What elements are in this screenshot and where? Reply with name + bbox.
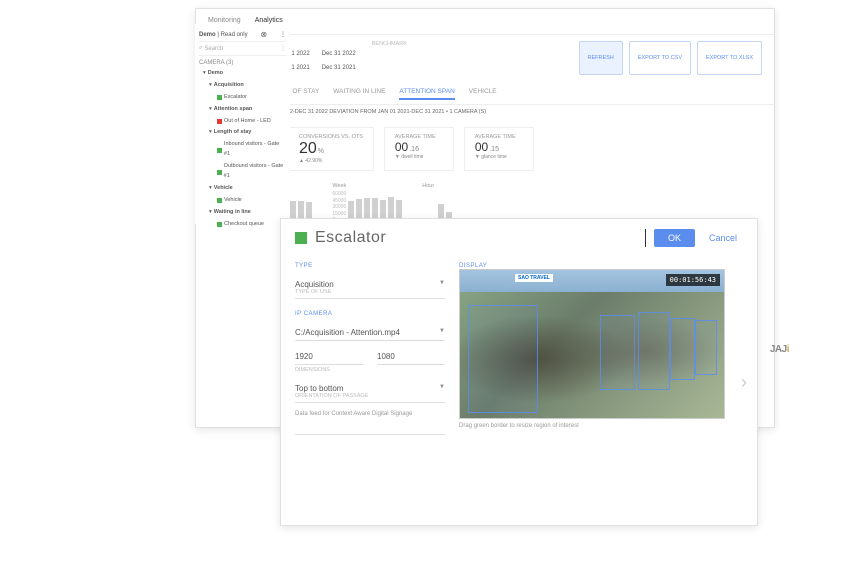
camera-path-value: C:/Acquisition - Attention.mp4: [295, 328, 400, 337]
camera-section-label: IP CAMERA: [295, 311, 445, 317]
export-xlsx-button[interactable]: EXPORT TO XLSX: [697, 41, 762, 75]
compare-to[interactable]: Dec 31 2021: [322, 65, 356, 71]
project-title: Demo: [199, 32, 216, 38]
status-indicator: [295, 232, 307, 244]
tree-group[interactable]: Vehicle: [214, 184, 233, 194]
type-sub: TYPE OF USE: [295, 289, 445, 295]
detection-box: [695, 320, 717, 375]
detection-box: [600, 315, 635, 390]
data-feed-note: Data feed for Context Aware Digital Sign…: [295, 411, 445, 417]
subtab-attention[interactable]: ATTENTION SPAN: [399, 85, 454, 100]
height-value: 1080: [377, 352, 395, 361]
metric-value: 20%: [299, 140, 363, 158]
metric-value: 00.15: [475, 140, 523, 154]
metric-delta: ▲ 42.90%: [299, 158, 363, 164]
more-icon[interactable]: ⋮: [280, 45, 286, 52]
tree-group[interactable]: Attention span: [214, 105, 253, 115]
video-preview[interactable]: SAO TRAVEL 00:01:56:43: [459, 269, 725, 419]
tree-item[interactable]: Outbound visitors - Gate #1: [203, 161, 286, 183]
date-to[interactable]: Dec 31 2022: [322, 51, 356, 57]
height-input[interactable]: 1080: [377, 349, 445, 365]
tree-item[interactable]: Inbound visitors - Gate #1: [203, 139, 286, 161]
detection-box: [638, 312, 670, 390]
type-section-label: TYPE: [295, 263, 445, 269]
metric-value: 00.16: [395, 140, 443, 154]
detection-box: [468, 305, 538, 413]
sidebar-section-label: CAMERA (3): [199, 56, 286, 68]
status-icon: [217, 222, 222, 227]
chart-week: Week 600004500030000150000: [332, 183, 402, 223]
camera-path-input[interactable]: C:/Acquisition - Attention.mp4 ▼: [295, 325, 445, 341]
chevron-down-icon: ▼: [439, 328, 445, 334]
chevron-down-icon: ▼: [439, 280, 445, 286]
chevron-down-icon: ▼: [439, 384, 445, 390]
metric-card: CONVERSIONS VS. OTS 20% ▲ 42.90%: [288, 127, 374, 171]
chart-hour: Hour: [422, 183, 460, 223]
tree-item[interactable]: Vehicle: [203, 195, 286, 207]
status-icon: [217, 198, 222, 203]
sign-overlay: SAO TRAVEL: [515, 274, 553, 282]
data-feed-input[interactable]: [295, 425, 445, 435]
orientation-value: Top to bottom: [295, 384, 343, 393]
chart-title: Week: [332, 183, 402, 189]
camera-config-window: Escalator OK Cancel TYPE Acquisition ▼ T…: [280, 218, 758, 526]
status-icon: [217, 170, 222, 175]
next-arrow-icon[interactable]: ›: [741, 372, 747, 393]
type-select[interactable]: Acquisition ▼ TYPE OF USE: [295, 277, 445, 299]
tree-item[interactable]: Escalator: [203, 92, 286, 104]
mode-badge: Read only: [221, 32, 248, 38]
status-icon: [217, 148, 222, 153]
orientation-select[interactable]: Top to bottom ▼ ORIENTATION OF PASSAGE: [295, 381, 445, 403]
display-hint: Drag green border to resize region of in…: [459, 419, 743, 433]
metric-delta: ▼ glance time: [475, 154, 523, 160]
sidebar: Demo | Read only ⊗ ⋮ ⌕ Search ⋮ CAMERA (…: [195, 24, 290, 224]
width-value: 1920: [295, 352, 313, 361]
refresh-button[interactable]: REFRESH: [579, 41, 623, 75]
tree-group[interactable]: Length of stay: [214, 128, 252, 138]
timestamp-overlay: 00:01:56:43: [666, 274, 720, 286]
width-input[interactable]: 1920: [295, 349, 363, 365]
status-icon: [217, 95, 222, 100]
metric-card: AVERAGE TIME 00.16 ▼ dwell time: [384, 127, 454, 171]
menu-icon[interactable]: ⋮: [280, 31, 286, 38]
export-csv-button[interactable]: EXPORT TO CSV: [629, 41, 691, 75]
metric-delta: ▼ dwell time: [395, 154, 443, 160]
subtab-waiting[interactable]: WAITING IN LINE: [333, 85, 385, 100]
metric-card: AVERAGE TIME 00.15 ▼ glance time: [464, 127, 534, 171]
close-icon[interactable]: ⊗: [260, 30, 267, 39]
tree-group[interactable]: Waiting in line: [214, 208, 251, 218]
ok-button[interactable]: OK: [654, 229, 695, 247]
brand-logo: JAJi: [770, 344, 789, 355]
status-icon: [217, 119, 222, 124]
type-value: Acquisition: [295, 280, 334, 289]
tree-item[interactable]: Out of Home - LED: [203, 116, 286, 128]
tree-group[interactable]: Acquisition: [214, 81, 244, 91]
config-form: TYPE Acquisition ▼ TYPE OF USE IP CAMERA…: [295, 263, 445, 435]
camera-name-input[interactable]: Escalator: [315, 229, 646, 247]
detection-box: [670, 318, 695, 380]
chart-title: Hour: [422, 183, 460, 189]
tree-root: Demo: [208, 69, 223, 79]
subtab-vehicle[interactable]: VEHICLE: [469, 85, 497, 100]
cancel-button[interactable]: Cancel: [703, 229, 743, 247]
orientation-sub: ORIENTATION OF PASSAGE: [295, 393, 445, 399]
search-input[interactable]: Search: [204, 46, 223, 52]
tree-item[interactable]: Checkout queue: [203, 219, 286, 231]
dim-label: DIMENSIONS: [295, 367, 445, 373]
benchmark-label: BENCHMARK: [372, 41, 407, 47]
camera-tree: ▾Demo▾AcquisitionEscalator▾Attention spa…: [199, 68, 286, 230]
search-icon: ⌕: [199, 45, 202, 52]
